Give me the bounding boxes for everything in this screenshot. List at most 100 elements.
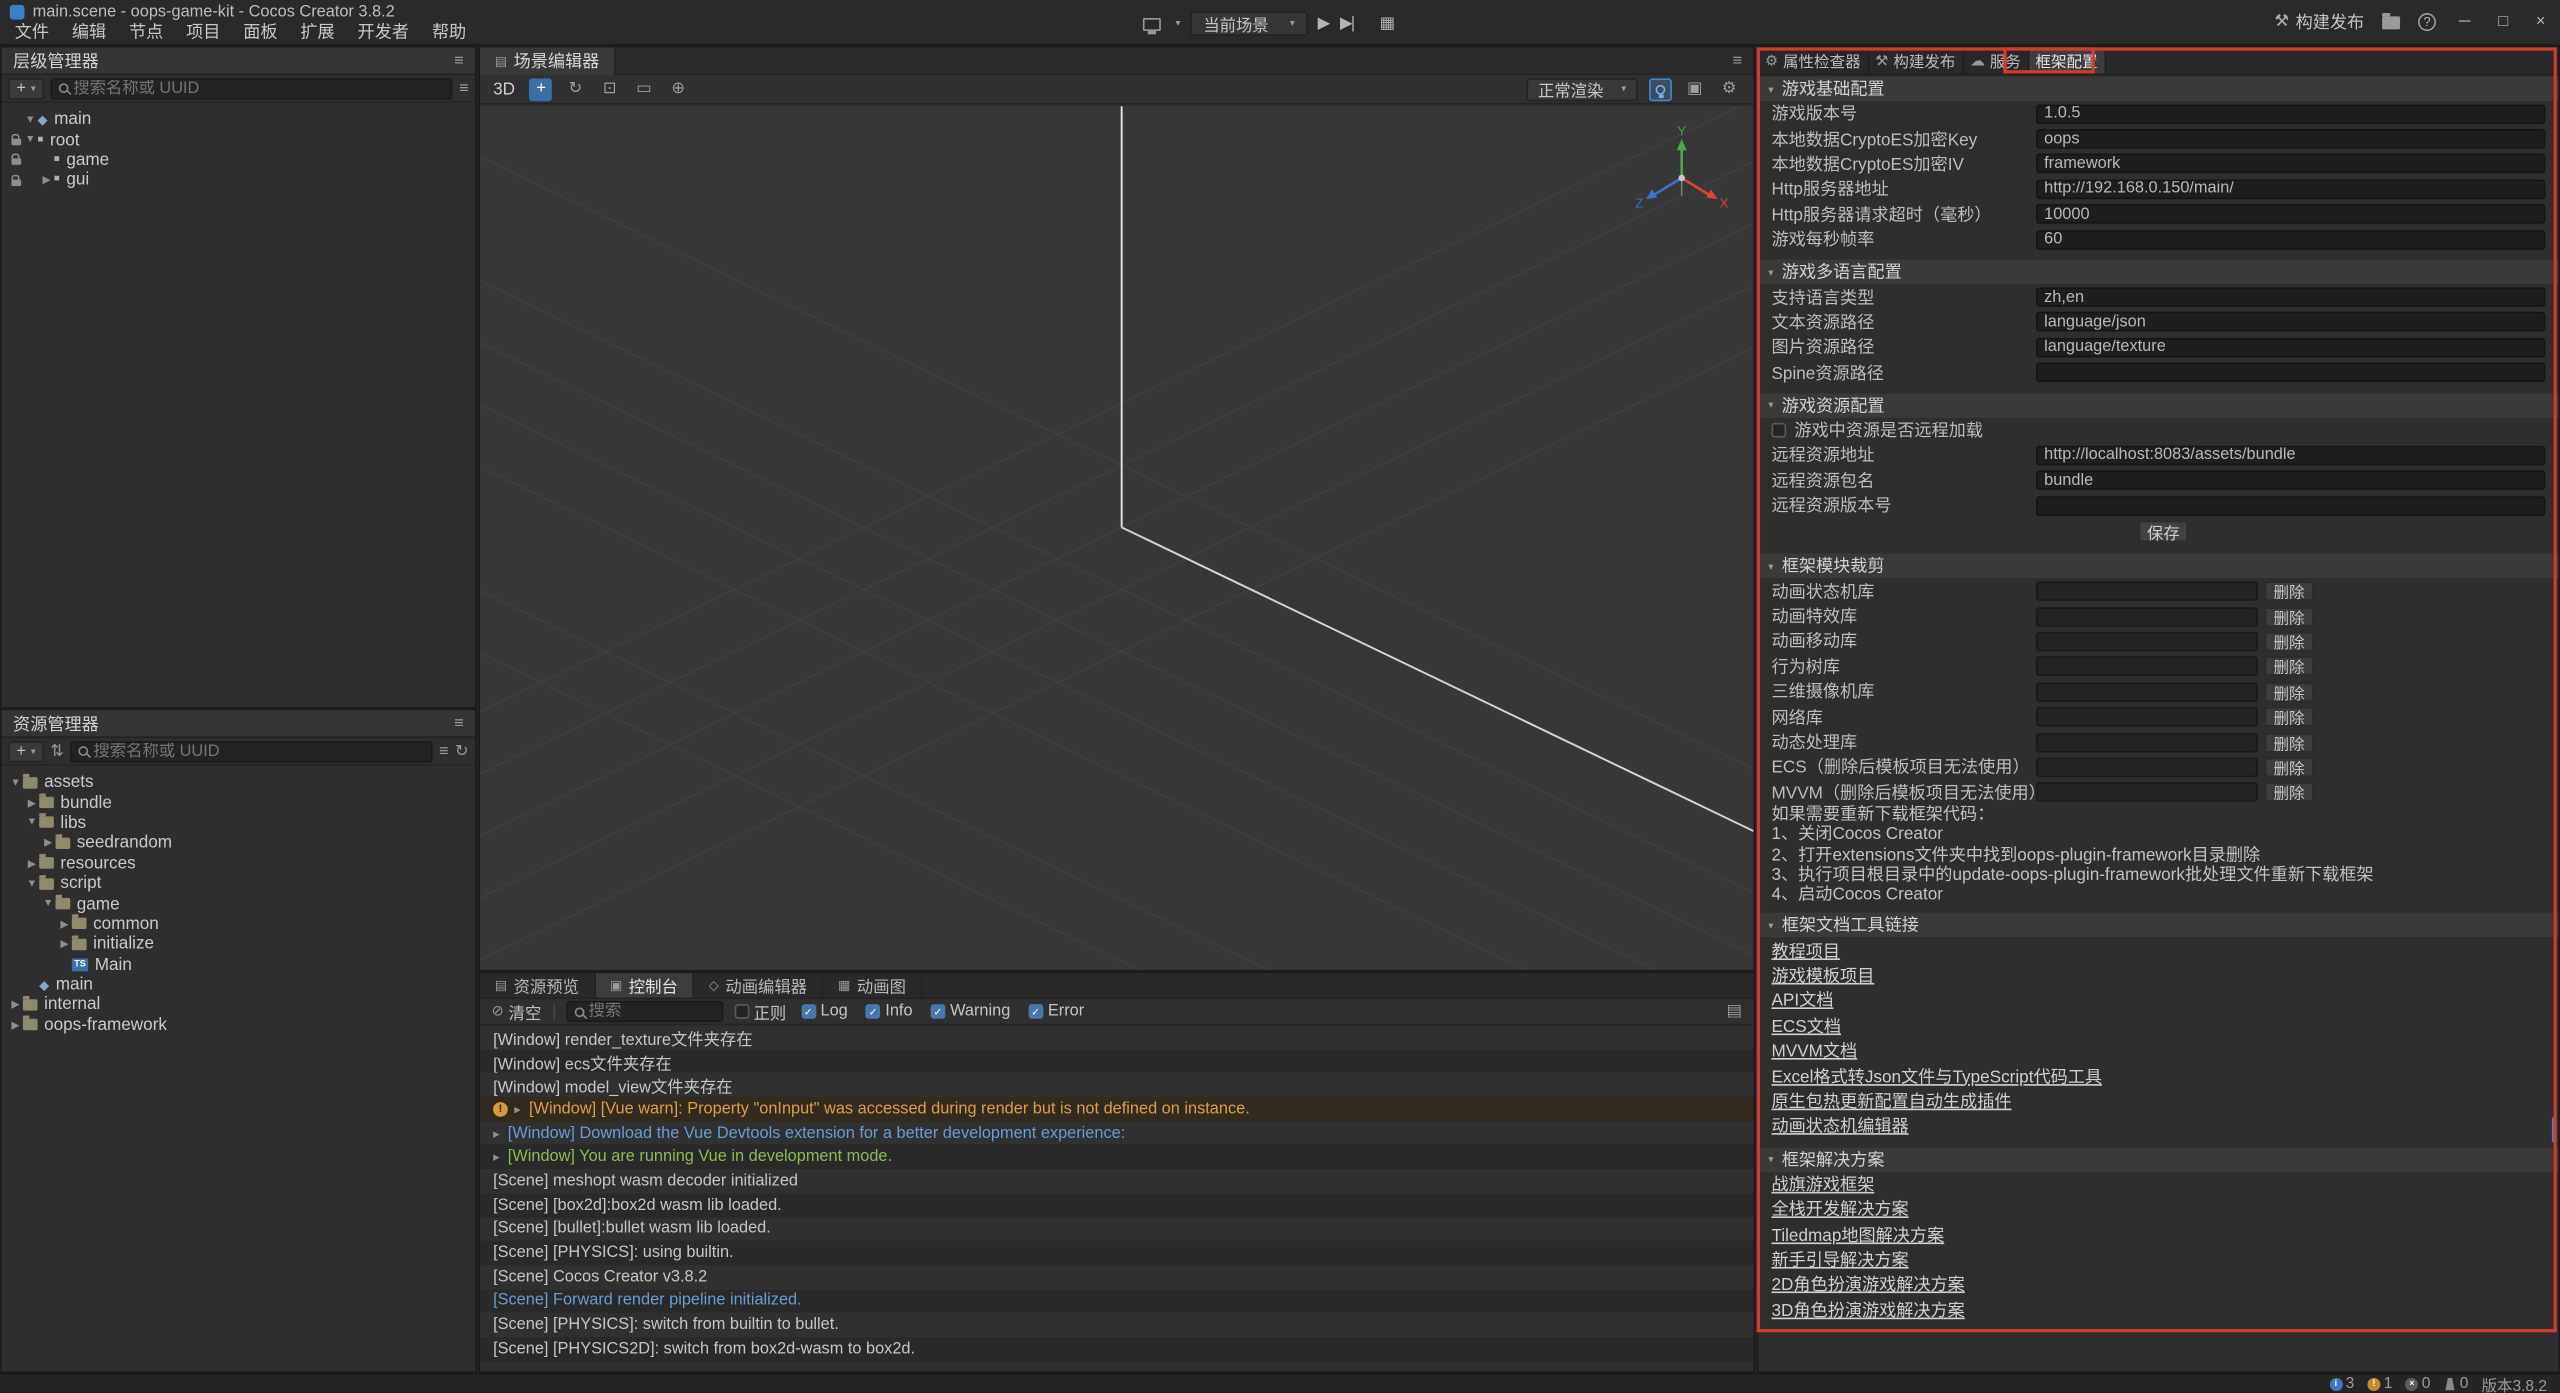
section-header[interactable]: ▾游戏基础配置 (1758, 77, 2558, 101)
doc-link[interactable]: 3D角色扮演游戏解决方案 (1771, 1298, 1964, 1322)
menu-item[interactable]: 扩展 (289, 23, 346, 44)
build-publish-button[interactable]: ⚒ 构建发布 (2274, 10, 2364, 34)
checkbox-remote-load[interactable] (1771, 423, 1786, 438)
doc-link[interactable]: 2D角色扮演游戏解决方案 (1771, 1272, 1964, 1296)
tree-node-assets[interactable]: ▼assets (2, 772, 475, 792)
tree-node-initialize[interactable]: ▶initialize (2, 934, 475, 954)
tree-node-main[interactable]: ◆main (2, 975, 475, 995)
expand-arrow-icon[interactable]: ▸ (514, 1102, 521, 1117)
camera-icon[interactable]: ▣ (1683, 78, 1706, 101)
gear-icon[interactable]: ⚙ (1718, 78, 1741, 101)
step-button[interactable]: ▶| (1340, 15, 1354, 33)
transform-space-icon[interactable]: ⊕ (667, 78, 690, 101)
console-line[interactable]: ▸[Window] Download the Vue Devtools exte… (480, 1121, 1754, 1145)
gizmo-x-label[interactable]: X (1720, 195, 1729, 210)
expand-arrow-icon[interactable]: ▶ (8, 1019, 23, 1032)
tree-node-common[interactable]: ▶common (2, 914, 475, 934)
console-line[interactable]: !▸[Window] [Vue warn]: Property "onInput… (480, 1097, 1754, 1121)
filter-icon[interactable]: ≡ (459, 79, 469, 97)
status-warning[interactable]: !1 (2367, 1375, 2392, 1393)
tab-animation-graph[interactable]: ▦动画图 (823, 973, 922, 997)
menu-item[interactable]: 编辑 (60, 23, 117, 44)
section-header[interactable]: ▾游戏资源配置 (1758, 393, 2558, 417)
menu-item[interactable]: 项目 (175, 23, 232, 44)
delete-button[interactable]: 删除 (2265, 657, 2314, 677)
sort-icon[interactable]: ⇅ (50, 742, 64, 760)
expand-arrow-icon[interactable]: ▶ (57, 938, 72, 951)
expand-arrow-icon[interactable]: ▸ (493, 1126, 500, 1141)
tree-node-internal[interactable]: ▶internal (2, 995, 475, 1015)
open-project-folder-icon[interactable] (2382, 16, 2400, 29)
doc-link[interactable]: 新手引导解决方案 (1771, 1247, 1908, 1271)
add-node-button[interactable]: +▾ (8, 78, 44, 99)
doc-link[interactable]: API文档 (1771, 988, 1833, 1012)
refresh-icon[interactable]: ↻ (455, 742, 469, 760)
tree-node-root[interactable]: ▼■root (2, 130, 475, 150)
doc-link[interactable]: 全栈开发解决方案 (1771, 1197, 1908, 1221)
expand-arrow-icon[interactable]: ▶ (8, 998, 23, 1011)
field-input[interactable]: language/json (2036, 313, 2545, 333)
doc-link[interactable]: 动画状态机编辑器 (1771, 1114, 1908, 1138)
menu-item[interactable]: 文件 (3, 23, 60, 44)
expand-arrow-icon[interactable]: ▸ (493, 1150, 500, 1165)
add-asset-button[interactable]: +▾ (8, 740, 44, 761)
panel-menu-icon[interactable]: ≡ (1733, 51, 1743, 69)
delete-button[interactable]: 删除 (2265, 732, 2314, 752)
panel-menu-icon[interactable]: ≡ (454, 714, 464, 732)
expand-arrow-icon[interactable]: ▼ (41, 898, 56, 909)
expand-arrow-icon[interactable]: ▶ (24, 796, 39, 809)
expand-arrow-icon[interactable]: ▼ (23, 114, 38, 125)
delete-button[interactable]: 删除 (2265, 632, 2314, 652)
expand-arrow-icon[interactable]: ▶ (39, 174, 54, 187)
checkbox-warning[interactable]: ✓ (931, 1004, 946, 1019)
tab-console[interactable]: ▣控制台 (595, 973, 694, 997)
console-search-input[interactable] (589, 1002, 715, 1020)
tab-assets-preview[interactable]: ▤资源预览 (480, 973, 595, 997)
field-input[interactable]: oops (2036, 129, 2545, 149)
tree-node-Main[interactable]: TSMain (2, 954, 475, 974)
orientation-gizmo[interactable]: Y X Z (1629, 122, 1733, 226)
expand-arrow-icon[interactable]: ▶ (24, 857, 39, 870)
menu-item[interactable]: 帮助 (420, 23, 477, 44)
regex-toggle[interactable]: 正则 (734, 999, 786, 1023)
checkbox-error[interactable]: ✓ (1028, 1004, 1043, 1019)
field-input[interactable]: bundle (2036, 471, 2545, 491)
console-filter-info[interactable]: ✓Info (866, 1002, 913, 1020)
console-line[interactable]: ▸[Window] You are running Vue in develop… (480, 1145, 1754, 1169)
save-button[interactable]: 保存 (2139, 522, 2188, 543)
expand-arrow-icon[interactable]: ▼ (8, 777, 23, 788)
doc-link[interactable]: MVVM文档 (1771, 1039, 1857, 1063)
checkbox-info[interactable]: ✓ (866, 1004, 881, 1019)
tree-node-gui[interactable]: ▶■gui (2, 170, 475, 190)
scrollbar-thumb[interactable] (2552, 1117, 2557, 1143)
filter-icon[interactable]: ≡ (439, 742, 449, 760)
mode-3d-toggle[interactable]: 3D (493, 79, 515, 99)
field-input[interactable]: http://localhost:8083/assets/bundle (2036, 446, 2545, 466)
assets-search-input[interactable] (93, 742, 424, 760)
field-input[interactable] (2036, 496, 2545, 516)
delete-button[interactable]: 删除 (2265, 581, 2314, 601)
tree-node-oops-framework[interactable]: ▶oops-framework (2, 1015, 475, 1035)
render-mode-select[interactable]: 正常渲染 ▾ (1527, 78, 1638, 101)
checkbox-log[interactable]: ✓ (801, 1004, 816, 1019)
expand-arrow-icon[interactable]: ▼ (23, 134, 38, 145)
field-input[interactable]: 10000 (2036, 204, 2545, 224)
console-filter-error[interactable]: ✓Error (1028, 1002, 1084, 1020)
tree-node-seedrandom[interactable]: ▶seedrandom (2, 833, 475, 853)
help-icon[interactable]: ? (2418, 13, 2436, 31)
tree-node-resources[interactable]: ▶resources (2, 853, 475, 873)
tree-node-libs[interactable]: ▼libs (2, 813, 475, 833)
hierarchy-search-input[interactable] (73, 79, 444, 97)
field-input[interactable]: 1.0.5 (2036, 104, 2545, 124)
gizmo-z-label[interactable]: Z (1635, 195, 1643, 210)
expand-arrow-icon[interactable]: ▶ (41, 837, 56, 850)
tree-node-script[interactable]: ▼script (2, 873, 475, 893)
doc-link[interactable]: ECS文档 (1771, 1014, 1841, 1038)
delete-button[interactable]: 删除 (2265, 783, 2314, 803)
delete-button[interactable]: 删除 (2265, 707, 2314, 727)
section-header[interactable]: ▾游戏多语言配置 (1758, 260, 2558, 284)
doc-link[interactable]: Tiledmap地图解决方案 (1771, 1222, 1944, 1246)
menu-item[interactable]: 面板 (232, 23, 289, 44)
field-input[interactable]: language/texture (2036, 338, 2545, 358)
status-info[interactable]: i3 (2329, 1375, 2354, 1393)
